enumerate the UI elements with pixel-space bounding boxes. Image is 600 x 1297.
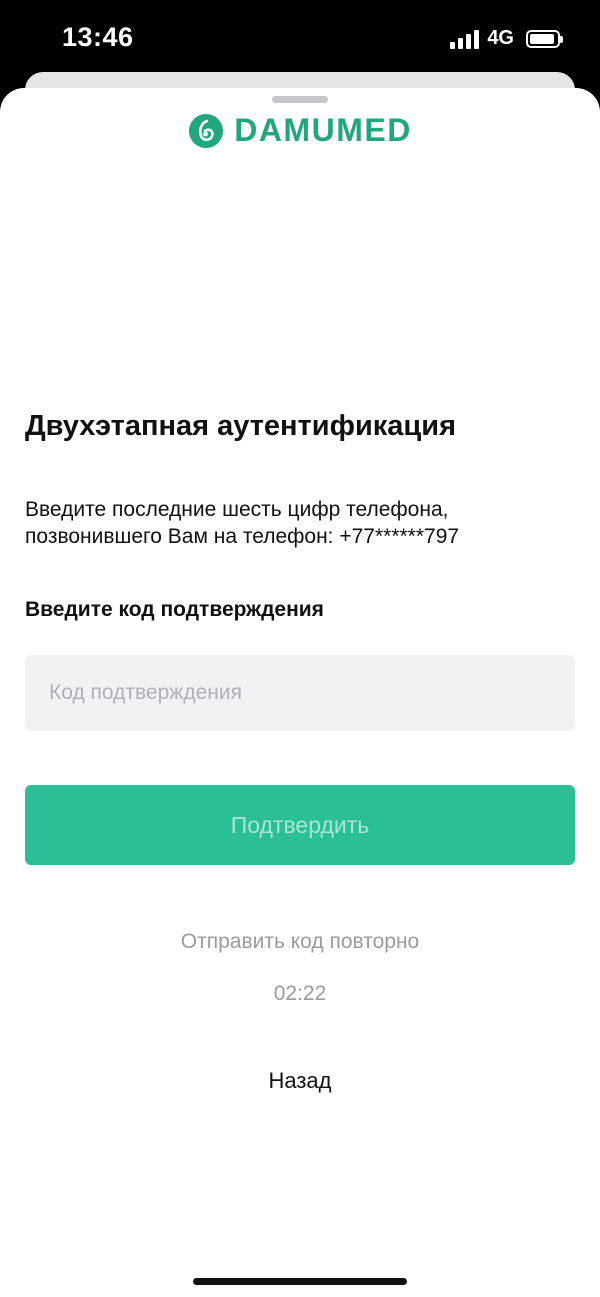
status-bar: 13:46 4G xyxy=(0,0,600,80)
back-link[interactable]: Назад xyxy=(0,1068,600,1094)
signal-icon xyxy=(450,29,480,49)
page-title: Двухэтапная аутентификация xyxy=(25,410,457,442)
damumed-logo-icon xyxy=(189,113,224,148)
status-indicators: 4G xyxy=(450,27,563,50)
brand-name: DAMUMED xyxy=(234,112,412,148)
brand-header: DAMUMED xyxy=(0,112,600,149)
confirmation-code-input[interactable] xyxy=(25,655,575,731)
battery-icon xyxy=(526,29,563,48)
instruction-line-1: Введите последние шесть цифр телефона, xyxy=(25,498,449,521)
instruction-line-2: позвонившего Вам на телефон: +77******79… xyxy=(25,525,460,548)
code-field-label: Введите код подтверждения xyxy=(25,598,324,621)
network-label: 4G xyxy=(487,27,514,49)
status-time: 13:46 xyxy=(62,22,134,52)
sheet-grabber[interactable] xyxy=(272,96,328,103)
home-indicator xyxy=(193,1278,407,1285)
resend-code-link[interactable]: Отправить код повторно xyxy=(0,930,600,954)
instruction-text: Введите последние шесть цифр телефона, п… xyxy=(25,496,585,550)
resend-timer: 02:22 xyxy=(273,982,327,1005)
screen: 13:46 4G DAMUMED Двухэтапная аутентифика… xyxy=(0,0,600,1297)
confirm-button[interactable]: Подтвердить xyxy=(25,785,575,865)
